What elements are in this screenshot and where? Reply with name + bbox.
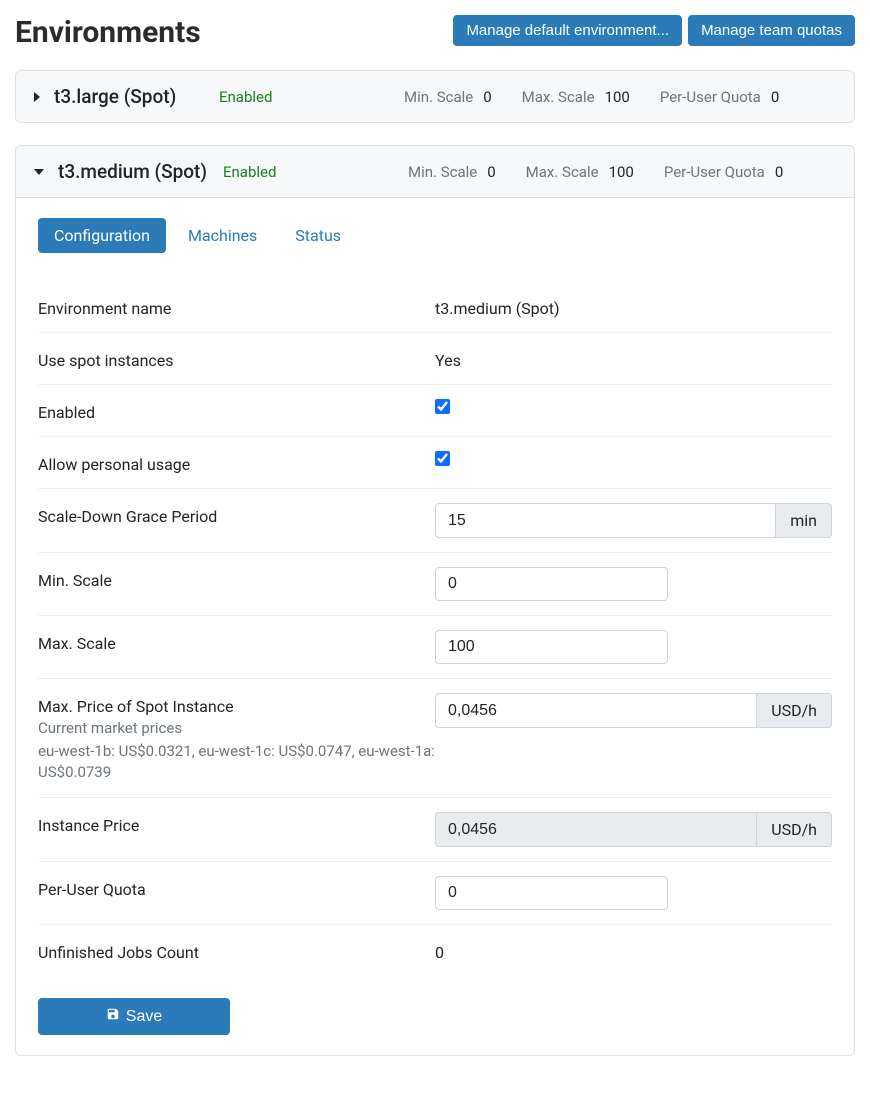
label-max-price-text: Max. Price of Spot Instance [38, 697, 435, 716]
save-button-label: Save [126, 1008, 162, 1026]
min-scale-label: Min. Scale [408, 163, 477, 181]
min-scale-value: 0 [487, 163, 495, 181]
save-button[interactable]: Save [38, 998, 230, 1035]
row-environment-name: Environment name t3.medium (Spot) [38, 281, 832, 333]
row-min-scale: Min. Scale [38, 553, 832, 616]
grace-period-unit: min [776, 503, 832, 538]
label-use-spot: Use spot instances [38, 347, 435, 370]
per-user-quota-value: 0 [775, 163, 783, 181]
environment-card-collapsed: t3.large (Spot) Enabled Min. Scale 0 Max… [15, 70, 855, 123]
label-max-price: Max. Price of Spot Instance Current mark… [38, 693, 435, 783]
row-allow-personal: Allow personal usage [38, 437, 832, 489]
header-actions: Manage default environment... Manage tea… [453, 15, 855, 46]
caret-down-icon [34, 169, 44, 175]
label-min-scale: Min. Scale [38, 567, 435, 590]
label-unfinished-jobs: Unfinished Jobs Count [38, 939, 435, 962]
max-scale-label: Max. Scale [526, 163, 599, 181]
tabs: Configuration Machines Status [38, 218, 832, 253]
tab-status[interactable]: Status [279, 218, 357, 253]
per-user-quota-label: Per-User Quota [660, 88, 761, 106]
instance-price-unit: USD/h [757, 812, 832, 847]
environment-body: Configuration Machines Status Environmen… [16, 198, 854, 1055]
label-grace-period: Scale-Down Grace Period [38, 503, 435, 526]
market-prices-title: Current market prices [38, 718, 435, 739]
value-unfinished-jobs: 0 [435, 939, 832, 962]
manage-default-environment-button[interactable]: Manage default environment... [453, 15, 682, 46]
row-max-price: Max. Price of Spot Instance Current mark… [38, 679, 832, 798]
tab-machines[interactable]: Machines [172, 218, 273, 253]
label-environment-name: Environment name [38, 295, 435, 318]
grace-period-input[interactable] [435, 503, 776, 538]
max-scale-value: 100 [605, 88, 630, 106]
manage-team-quotas-button[interactable]: Manage team quotas [688, 15, 855, 46]
row-unfinished-jobs: Unfinished Jobs Count 0 [38, 925, 832, 976]
row-enabled: Enabled [38, 385, 832, 437]
page-title: Environments [15, 15, 201, 50]
row-max-scale: Max. Scale [38, 616, 832, 679]
max-price-input[interactable] [435, 693, 757, 728]
min-scale-input[interactable] [435, 567, 668, 601]
max-scale-label: Max. Scale [522, 88, 595, 106]
caret-right-icon [34, 92, 40, 102]
label-enabled: Enabled [38, 399, 435, 422]
value-use-spot: Yes [435, 347, 832, 370]
environment-card-expanded: t3.medium (Spot) Enabled Min. Scale 0 Ma… [15, 145, 855, 1056]
enabled-checkbox[interactable] [435, 399, 450, 414]
environment-status: Enabled [219, 88, 404, 106]
label-instance-price: Instance Price [38, 812, 435, 835]
row-grace-period: Scale-Down Grace Period min [38, 489, 832, 553]
max-scale-input[interactable] [435, 630, 668, 664]
min-scale-value: 0 [483, 88, 491, 106]
environment-header[interactable]: t3.medium (Spot) Enabled Min. Scale 0 Ma… [16, 146, 854, 198]
per-user-quota-input[interactable] [435, 876, 668, 910]
min-scale-label: Min. Scale [404, 88, 473, 106]
label-per-user-quota: Per-User Quota [38, 876, 435, 899]
per-user-quota-value: 0 [771, 88, 779, 106]
per-user-quota-label: Per-User Quota [664, 163, 765, 181]
environment-header[interactable]: t3.large (Spot) Enabled Min. Scale 0 Max… [16, 71, 854, 122]
row-per-user-quota: Per-User Quota [38, 862, 832, 925]
row-use-spot: Use spot instances Yes [38, 333, 832, 385]
row-instance-price: Instance Price USD/h [38, 798, 832, 862]
value-environment-name: t3.medium (Spot) [435, 295, 832, 318]
environment-name: t3.medium (Spot) [58, 160, 223, 183]
market-prices-detail: eu-west-1b: US$0.0321, eu-west-1c: US$0.… [38, 741, 435, 783]
environment-name: t3.large (Spot) [54, 85, 219, 108]
max-scale-value: 100 [609, 163, 634, 181]
environment-status: Enabled [223, 163, 408, 181]
label-max-scale: Max. Scale [38, 630, 435, 653]
allow-personal-checkbox[interactable] [435, 451, 450, 466]
instance-price-input [435, 812, 757, 847]
tab-configuration[interactable]: Configuration [38, 218, 166, 253]
max-price-unit: USD/h [757, 693, 832, 728]
label-allow-personal: Allow personal usage [38, 451, 435, 474]
